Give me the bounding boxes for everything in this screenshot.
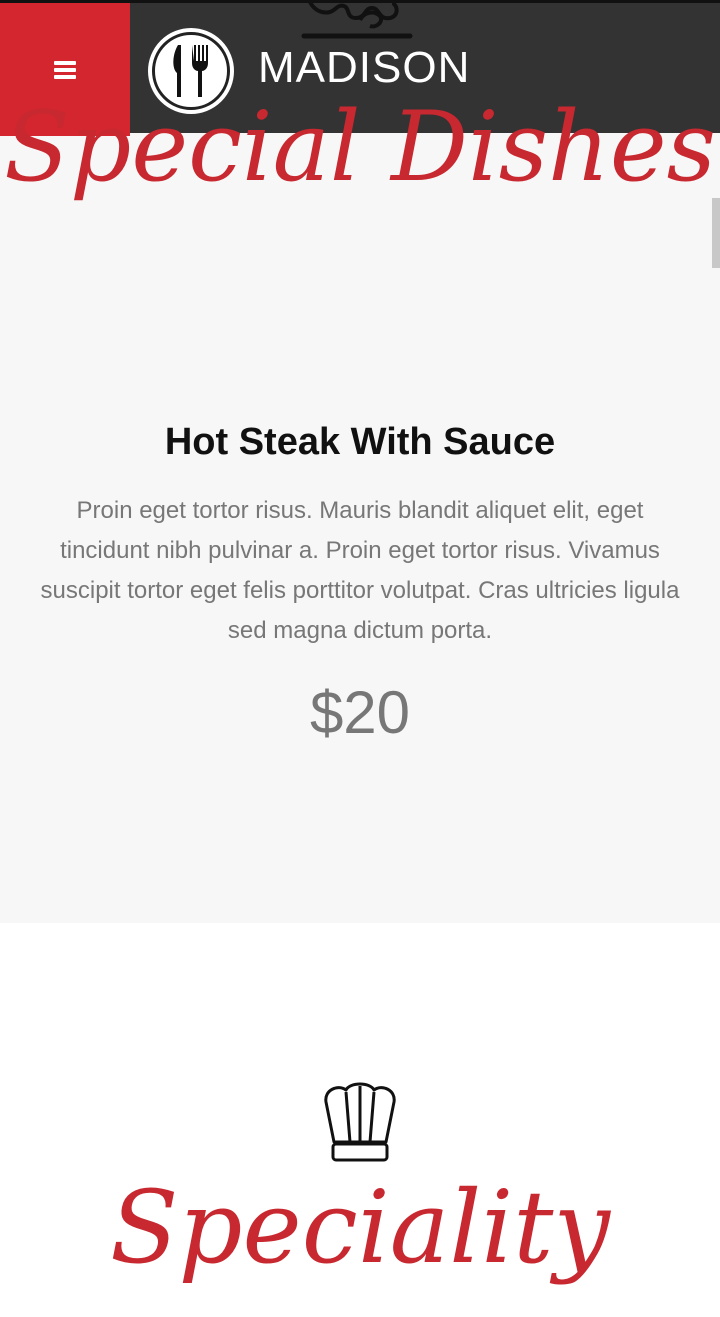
chef-hat-icon — [324, 1082, 396, 1162]
special-dishes-title: Special Dishes — [4, 91, 716, 203]
dish-price: $20 — [309, 679, 411, 746]
steak-dish-icon — [301, 0, 413, 39]
speciality-title: Speciality — [110, 1169, 610, 1286]
dish-description: Proin eget tortor risus. Mauris blandit … — [40, 497, 680, 644]
scrollbar[interactable] — [712, 198, 720, 268]
brand-name[interactable]: MADISON — [258, 43, 470, 93]
dish-name: Hot Steak With Sauce — [164, 421, 556, 463]
special-dishes-section: Special Dishes Hot Steak With Sauce Proi… — [0, 93, 720, 923]
hamburger-icon — [54, 60, 76, 79]
speciality-section: Speciality — [0, 923, 720, 1317]
